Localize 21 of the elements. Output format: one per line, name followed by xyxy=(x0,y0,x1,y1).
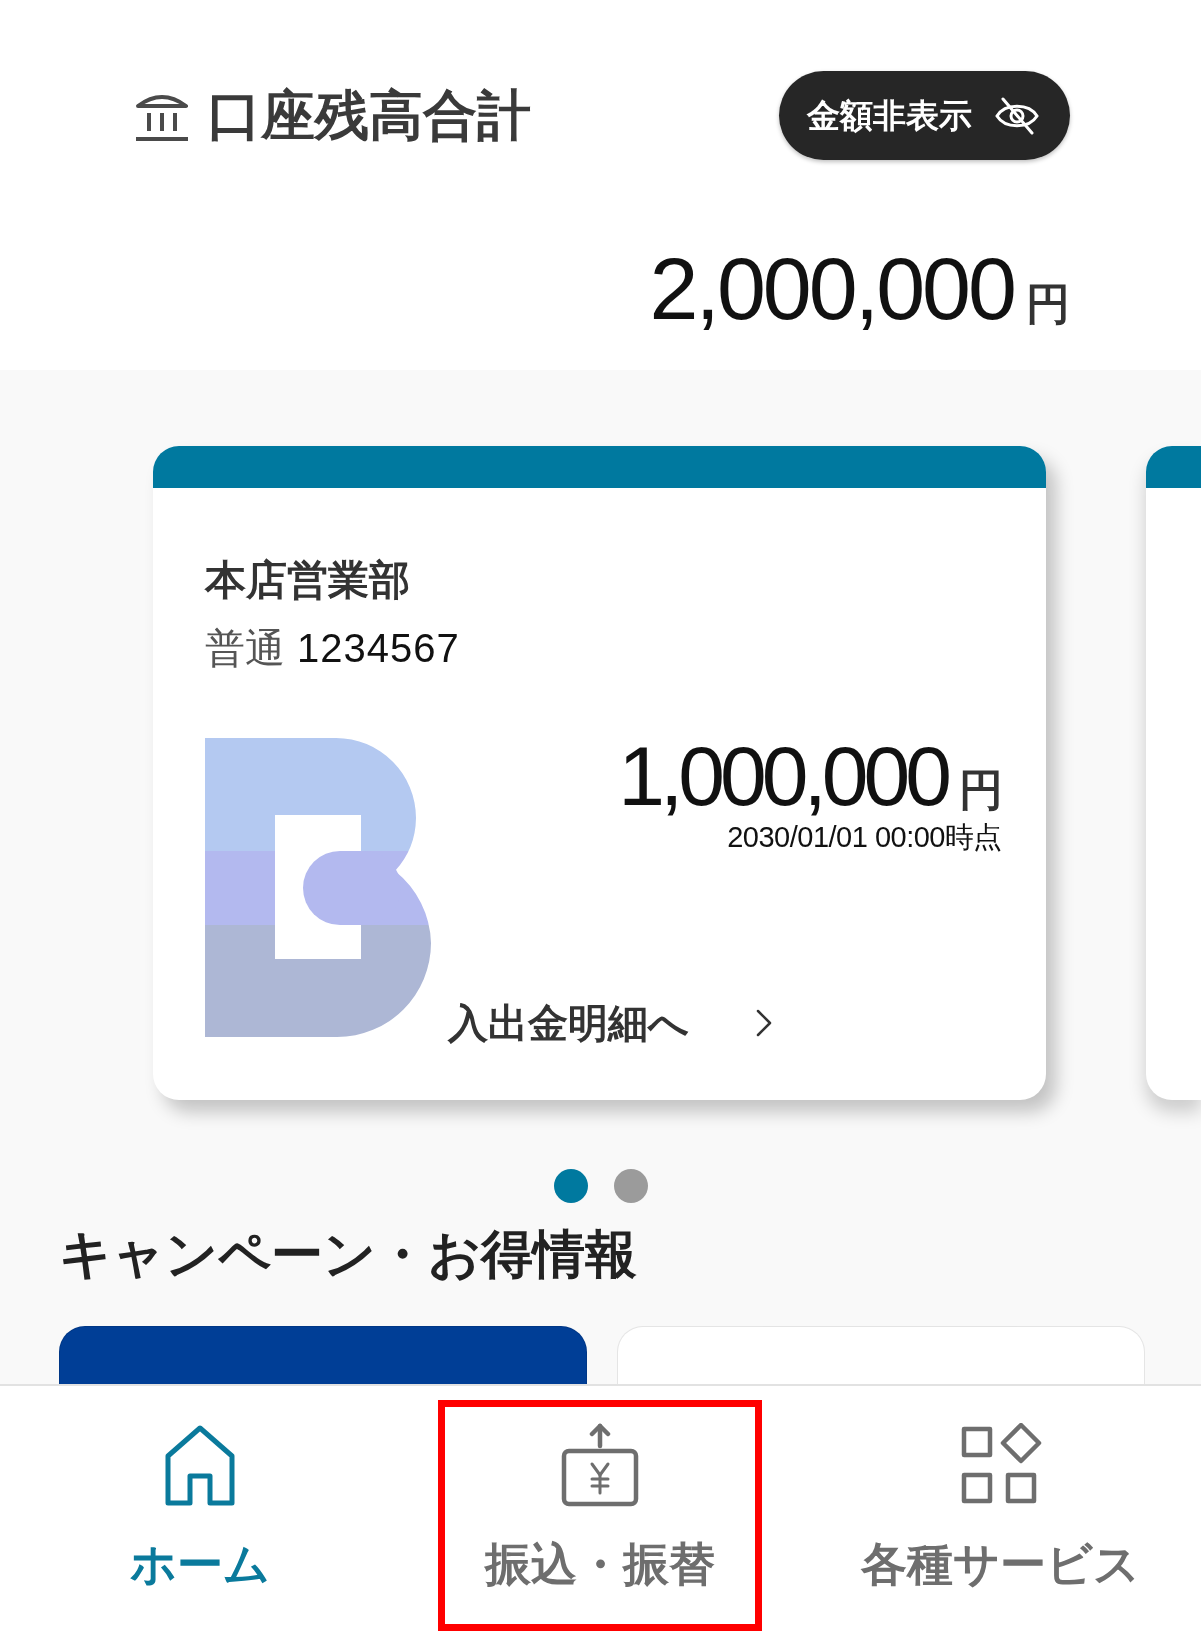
currency-unit: 円 xyxy=(1026,282,1070,326)
bank-logo-icon xyxy=(205,738,431,1038)
account-number: 1234567 xyxy=(297,625,460,673)
carousel-dot[interactable] xyxy=(613,1169,648,1203)
branch-name: 本店営業部 xyxy=(205,555,410,606)
eye-slash-icon xyxy=(994,95,1040,136)
section-title: キャンペーン・お得情報 xyxy=(59,1225,637,1283)
account-type: 普通 xyxy=(205,624,285,674)
nav-tab[interactable]: 振込・振替 xyxy=(475,1386,726,1593)
page-title: 口座残高合計 xyxy=(207,85,531,146)
nav-tab[interactable]: ホーム xyxy=(120,1386,281,1593)
nav-tab[interactable]: 各種サービス xyxy=(851,1386,1151,1593)
account-balance: 1,000,000 xyxy=(618,734,948,819)
chevron-right-icon xyxy=(755,1008,773,1039)
carousel-dot[interactable] xyxy=(553,1169,588,1203)
transactions-link[interactable]: 入出金明細へ xyxy=(448,999,773,1048)
hide-amount-button[interactable]: 金額非表示 xyxy=(779,71,1070,160)
total-amount: 2,000,000 xyxy=(649,245,1015,333)
balance-timestamp: 2030/01/01 00:00時点 xyxy=(727,820,1003,856)
card-header-bar xyxy=(1146,446,1201,488)
currency-unit: 円 xyxy=(959,768,1003,813)
